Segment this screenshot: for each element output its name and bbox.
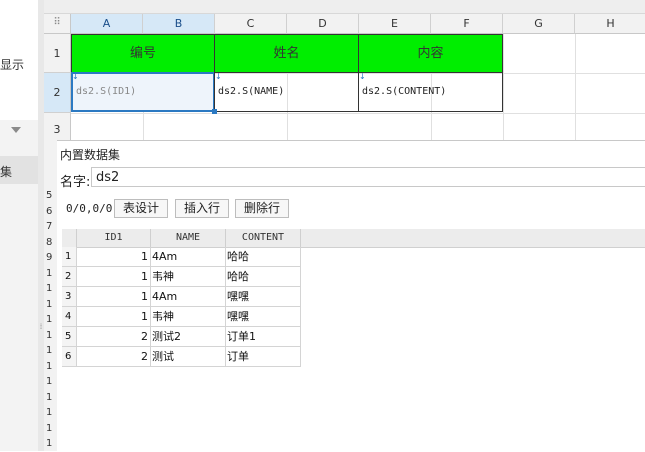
column-header-c[interactable]: C	[215, 14, 287, 34]
cell-content[interactable]: 哈哈	[226, 267, 301, 287]
header-cell-name[interactable]: 姓名	[214, 34, 359, 73]
row-position-text: 0/0,0/0	[66, 202, 113, 215]
cell-id1[interactable]: 1	[77, 307, 151, 327]
dataset-dialog: 内置数据集 名字: 0/0,0/0 表设计 插入行 删除行 ID1 NAME C…	[57, 140, 645, 452]
row-header-stub: 1	[46, 298, 53, 310]
sheet-toolbar-strip	[44, 0, 645, 14]
column-header-b[interactable]: B	[143, 14, 215, 34]
column-header-f[interactable]: F	[431, 14, 503, 34]
row-header-stub: 9	[46, 252, 53, 263]
row-number: 5	[62, 327, 77, 347]
expand-down-icon: ↓	[72, 72, 79, 81]
grid-line	[575, 34, 576, 140]
collapse-arrow-icon[interactable]	[11, 127, 21, 133]
header-cell-content[interactable]: 内容	[358, 34, 503, 73]
row-header-stub: 1	[46, 314, 53, 325]
column-header-g[interactable]: G	[503, 14, 575, 34]
grid-line	[71, 113, 645, 114]
table-design-button[interactable]: 表设计	[114, 199, 168, 218]
dataset-name-input[interactable]	[91, 167, 645, 187]
row-header-stub: 6	[46, 205, 53, 217]
row-header-stub: 1	[46, 438, 53, 449]
row-header-1[interactable]: 1	[44, 34, 71, 73]
column-header-d[interactable]: D	[287, 14, 359, 34]
row-header-stub: 1	[46, 407, 53, 418]
cell-name[interactable]: 测试	[151, 347, 226, 367]
column-header-name[interactable]: NAME	[151, 229, 226, 247]
cell-content[interactable]: 哈哈	[226, 247, 301, 267]
row-number: 1	[62, 247, 77, 267]
cell-id1[interactable]: 1	[77, 247, 151, 267]
delete-row-button[interactable]: 删除行	[235, 199, 289, 218]
column-header-id1[interactable]: ID1	[77, 229, 151, 247]
row-number: 3	[62, 287, 77, 307]
fill-handle[interactable]	[212, 109, 217, 114]
row-number: 2	[62, 267, 77, 287]
row-header-stub: 1	[46, 422, 53, 434]
cell-name[interactable]: 韦神	[151, 307, 226, 327]
grid-line	[503, 34, 504, 140]
row-number: 6	[62, 347, 77, 367]
insert-row-button[interactable]: 插入行	[175, 199, 229, 218]
left-panel-label[interactable]: 显示	[0, 56, 24, 73]
row-header-stub: 1	[46, 267, 53, 279]
table-header: ID1 NAME CONTENT	[62, 229, 645, 248]
column-header-e[interactable]: E	[359, 14, 431, 34]
data-cell-name[interactable]: ds2.S(NAME)	[214, 72, 359, 112]
select-all-corner[interactable]: ⠿	[44, 14, 71, 34]
cell-id1[interactable]: 1	[77, 267, 151, 287]
data-cell-id[interactable]: ds2.S(ID1)	[71, 72, 215, 112]
row-header-3[interactable]: 3	[44, 113, 71, 140]
expand-down-icon: ↓	[359, 72, 366, 81]
name-label: 名字:	[60, 175, 91, 190]
row-header-stub: 1	[46, 391, 53, 403]
row-number: 4	[62, 307, 77, 327]
cell-name[interactable]: 韦神	[151, 267, 226, 287]
row-header-stub: 1	[46, 360, 53, 372]
column-header-a[interactable]: A	[71, 14, 143, 34]
row-header-stub: 1	[46, 345, 53, 356]
cell-content[interactable]: 订单	[226, 347, 301, 367]
row-header-stub: 1	[46, 329, 53, 341]
row-header-stub: 5	[46, 190, 53, 201]
cell-id1[interactable]: 1	[77, 287, 151, 307]
cell-content[interactable]: 嘿嘿	[226, 287, 301, 307]
cell-name[interactable]: 4Am	[151, 287, 226, 307]
column-header-content[interactable]: CONTENT	[226, 229, 301, 247]
expand-down-icon: ↓	[215, 72, 222, 81]
cell-content[interactable]: 嘿嘿	[226, 307, 301, 327]
row-header-stub: 1	[46, 376, 53, 387]
row-header-2[interactable]: 2	[44, 73, 71, 113]
cell-id1[interactable]: 2	[77, 327, 151, 347]
cell-name[interactable]: 4Am	[151, 247, 226, 267]
cell-name[interactable]: 测试2	[151, 327, 226, 347]
dialog-title: 内置数据集	[60, 148, 121, 162]
spreadsheet[interactable]: ⠿ A B C D E F G H 1 2 3 编号 姓名 内容 ds2.S(I…	[44, 0, 645, 140]
row-header-stub: 8	[46, 236, 53, 248]
cell-content[interactable]: 订单1	[226, 327, 301, 347]
row-header-stub: 1	[46, 283, 53, 294]
row-header-stub: 7	[46, 221, 53, 232]
left-panel-selected-label[interactable]: 集	[0, 163, 12, 180]
header-cell-id[interactable]: 编号	[71, 34, 215, 73]
cell-id1[interactable]: 2	[77, 347, 151, 367]
row-number-header	[62, 229, 77, 247]
data-cell-content[interactable]: ds2.S(CONTENT)	[358, 72, 503, 112]
column-header-h[interactable]: H	[575, 14, 645, 34]
